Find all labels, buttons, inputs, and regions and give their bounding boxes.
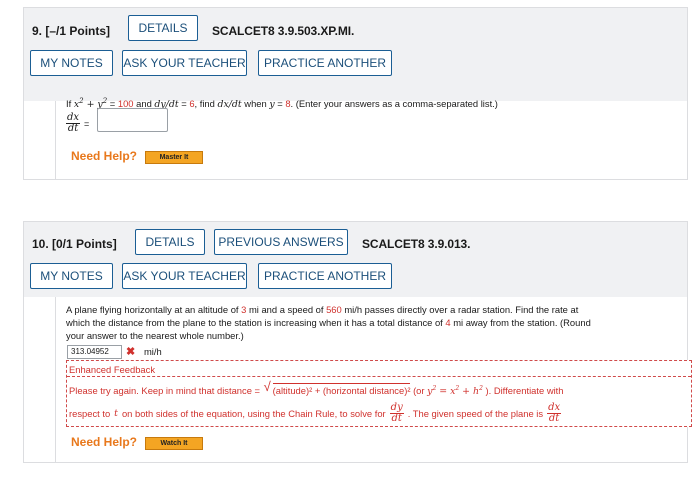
distance-value: 4 bbox=[445, 317, 451, 328]
answer-input[interactable]: 313.04952 bbox=[67, 345, 122, 359]
ask-your-teacher-button[interactable]: ASK YOUR TEACHER bbox=[122, 263, 247, 289]
incorrect-icon: ✖ bbox=[126, 346, 136, 358]
answer-fraction-label: dx dt = bbox=[66, 112, 90, 134]
feedback-text-line2: respect to t on both sides of the equati… bbox=[69, 402, 562, 424]
feedback-divider bbox=[67, 376, 691, 377]
enhanced-feedback-box: Enhanced Feedback Please try again. Keep… bbox=[66, 360, 692, 427]
ask-your-teacher-button[interactable]: ASK YOUR TEACHER bbox=[122, 50, 247, 76]
feedback-text-line1: Please try again. Keep in mind that dist… bbox=[69, 379, 564, 398]
details-button[interactable]: DETAILS bbox=[135, 229, 205, 255]
my-notes-button[interactable]: MY NOTES bbox=[30, 50, 113, 76]
practice-another-button[interactable]: PRACTICE ANOTHER bbox=[258, 50, 392, 76]
question-10: 10. [0/1 Points] DETAILS PREVIOUS ANSWER… bbox=[23, 221, 688, 297]
question-10-body: A plane flying horizontally at an altitu… bbox=[23, 297, 692, 463]
question-code: SCALCET8 3.9.503.XP.MI. bbox=[212, 24, 355, 38]
question-9-header: 9. [–/1 Points] DETAILS SCALCET8 3.9.503… bbox=[23, 7, 688, 101]
my-notes-button[interactable]: MY NOTES bbox=[30, 263, 113, 289]
master-it-button[interactable]: Master It bbox=[145, 151, 203, 164]
answer-input[interactable] bbox=[97, 108, 168, 132]
feedback-title: Enhanced Feedback bbox=[69, 364, 156, 375]
question-text: A plane flying horizontally at an altitu… bbox=[66, 304, 591, 341]
details-button[interactable]: DETAILS bbox=[128, 15, 198, 41]
y-var: y bbox=[269, 99, 275, 111]
question-10-inner: A plane flying horizontally at an altitu… bbox=[55, 297, 692, 462]
watch-it-button[interactable]: Watch It bbox=[145, 437, 203, 450]
question-9-inner: If x2 + y2 = 100 and dy/dt = 6, find dx/… bbox=[55, 97, 687, 179]
question-title: 10. [0/1 Points] bbox=[32, 237, 117, 251]
altitude-value: 3 bbox=[241, 304, 247, 315]
need-help-label: Need Help? bbox=[71, 435, 138, 449]
question-title: 9. [–/1 Points] bbox=[32, 24, 111, 38]
need-help-label: Need Help? bbox=[71, 149, 138, 163]
question-10-header: 10. [0/1 Points] DETAILS PREVIOUS ANSWER… bbox=[23, 221, 688, 297]
speed-value: 560 bbox=[326, 304, 342, 315]
question-9-body: If x2 + y2 = 100 and dy/dt = 6, find dx/… bbox=[23, 97, 688, 180]
dx-dt-label: dx/dt bbox=[217, 99, 242, 111]
answer-unit: mi/h bbox=[144, 346, 162, 357]
practice-another-button[interactable]: PRACTICE ANOTHER bbox=[258, 263, 392, 289]
question-code: SCALCET8 3.9.013. bbox=[362, 237, 471, 251]
question-9: 9. [–/1 Points] DETAILS SCALCET8 3.9.503… bbox=[23, 7, 688, 101]
previous-answers-button[interactable]: PREVIOUS ANSWERS bbox=[214, 229, 348, 255]
